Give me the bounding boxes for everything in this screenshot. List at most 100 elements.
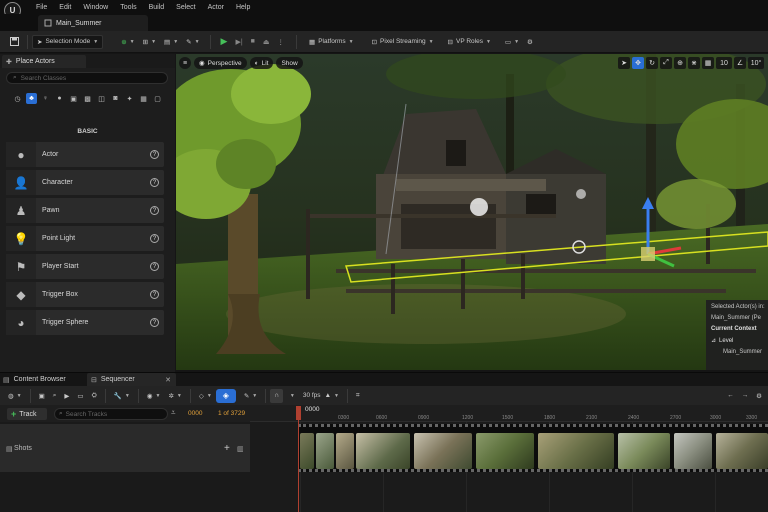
sequence-actions-icon[interactable]: ⛭: [88, 389, 101, 403]
shot-clip-thumbnail[interactable]: [476, 433, 534, 469]
stop-button[interactable]: ■: [247, 35, 259, 49]
platforms-dropdown[interactable]: ▦ Platforms ▼: [305, 35, 358, 49]
cinematic-category-icon[interactable]: ▣: [68, 93, 79, 104]
current-frame-field[interactable]: 0000: [188, 410, 202, 417]
shot-clip-thumbnail[interactable]: [618, 433, 670, 469]
help-icon[interactable]: ?: [150, 178, 159, 187]
world-button[interactable]: ◍ ▼: [4, 389, 26, 403]
help-icon[interactable]: ?: [150, 318, 159, 327]
geometry-category-icon[interactable]: ✦: [124, 93, 135, 104]
shot-clip-thumbnail[interactable]: [414, 433, 472, 469]
timeline-ruler[interactable]: 0300 0600 0900 1200 1500 1800 2100 2400 …: [250, 405, 768, 422]
shot-clip-thumbnail[interactable]: [336, 433, 354, 469]
help-icon[interactable]: ?: [150, 150, 159, 159]
auto-key-button[interactable]: ◈: [215, 388, 236, 403]
key-button[interactable]: 🔧 ▼: [110, 389, 134, 403]
shot-clip-thumbnail[interactable]: [356, 433, 410, 469]
search-tracks-input[interactable]: ⌕ Search Tracks: [54, 408, 168, 420]
view-options-button[interactable]: ◉ ▼: [143, 389, 165, 403]
save-icon[interactable]: [6, 35, 23, 49]
grid-snap-icon[interactable]: ▦: [702, 57, 714, 69]
cinematics-button[interactable]: ▤ ▼: [160, 35, 182, 49]
fps-dropdown[interactable]: 30 fps ▲ ▼: [299, 389, 343, 403]
add-shot-icon[interactable]: +: [224, 443, 230, 454]
shot-options-icon[interactable]: ▥: [237, 445, 244, 453]
all-classes-category-icon[interactable]: ◙: [110, 93, 121, 104]
move-tool-icon[interactable]: ✥: [632, 57, 644, 69]
actor-item-point-light[interactable]: 💡 Point Light ?: [6, 226, 164, 251]
shapes-category-icon[interactable]: ●: [54, 93, 65, 104]
actor-item-actor[interactable]: ● Actor ?: [6, 142, 164, 167]
menu-build[interactable]: Build: [149, 4, 165, 11]
shot-clip-thumbnail[interactable]: [674, 433, 712, 469]
virtual-production-category-icon[interactable]: ▦: [138, 93, 149, 104]
basic-category-icon[interactable]: ♣: [26, 93, 37, 104]
menu-edit[interactable]: Edit: [59, 4, 71, 11]
level-viewport[interactable]: ≡ ◉ Perspective ◐ Lit Show ➤ ✥ ↻ ⤢ ⊕ ⋇ ▦…: [176, 54, 768, 370]
actor-item-pawn[interactable]: ♟ Pawn ?: [6, 198, 164, 223]
blueprint-button[interactable]: ⊞ ▼: [139, 35, 160, 49]
help-icon[interactable]: ?: [150, 262, 159, 271]
add-content-button[interactable]: ⊕ ▼: [117, 35, 138, 49]
search-classes-input[interactable]: ⌕ Search Classes: [6, 72, 168, 84]
add-track-button[interactable]: + Track: [7, 408, 47, 420]
save-sequence-icon[interactable]: ▣: [35, 389, 49, 403]
show-button[interactable]: Show: [276, 57, 303, 69]
more-categories-icon[interactable]: ▢: [152, 93, 163, 104]
visual-effects-category-icon[interactable]: ▩: [82, 93, 93, 104]
place-actors-tab[interactable]: ✚ Place Actors: [2, 55, 86, 68]
menu-file[interactable]: File: [36, 4, 47, 11]
edit-tool-button[interactable]: ✎ ▼: [240, 389, 261, 403]
volumes-category-icon[interactable]: ◫: [96, 93, 107, 104]
render-movie-icon[interactable]: ▶: [60, 389, 73, 403]
vp-roles-dropdown[interactable]: ⊟ VP Roles ▼: [444, 35, 495, 49]
snap-dropdown[interactable]: ▼: [283, 389, 299, 403]
play-button[interactable]: ▶: [217, 35, 232, 49]
find-asset-icon[interactable]: ⌕: [49, 389, 61, 403]
rotation-snap-icon[interactable]: ∠: [734, 57, 746, 69]
skip-button[interactable]: ▶|: [231, 35, 246, 49]
actor-item-character[interactable]: 👤 Character ?: [6, 170, 164, 195]
recently-placed-icon[interactable]: ◷: [12, 93, 23, 104]
actor-item-trigger-sphere[interactable]: ◕ Trigger Sphere ?: [6, 310, 164, 335]
shot-clip-strip[interactable]: [298, 424, 768, 472]
select-cursor-icon[interactable]: ➤: [618, 57, 630, 69]
rotate-tool-icon[interactable]: ↻: [646, 57, 658, 69]
playback-options-button[interactable]: ✲ ▼: [164, 389, 185, 403]
forward-arrow-icon[interactable]: →: [738, 389, 753, 403]
menu-select[interactable]: Select: [176, 4, 195, 11]
help-icon[interactable]: ?: [150, 290, 159, 299]
camera-icon[interactable]: ▭: [73, 389, 87, 403]
sequencer-tab[interactable]: ⊟ Sequencer ✕: [87, 373, 176, 386]
modes-button[interactable]: ✎ ▼: [182, 35, 203, 49]
help-icon[interactable]: ?: [150, 234, 159, 243]
help-icon[interactable]: ?: [150, 206, 159, 215]
snap-toggle[interactable]: ∩: [270, 388, 283, 403]
scale-tool-icon[interactable]: ⤢: [660, 57, 672, 69]
level-tab[interactable]: Main_Summer: [38, 15, 148, 31]
actor-item-player-start[interactable]: ⚑ Player Start ?: [6, 254, 164, 279]
close-icon[interactable]: ✕: [165, 376, 171, 384]
shot-clip-thumbnail[interactable]: [538, 433, 614, 469]
grid-snap-value[interactable]: 10: [716, 57, 732, 69]
settings-button[interactable]: ⚙: [523, 35, 537, 49]
world-space-icon[interactable]: ⊕: [674, 57, 686, 69]
content-browser-tab[interactable]: ▤ Content Browser: [3, 373, 85, 386]
lights-category-icon[interactable]: ♀: [40, 93, 51, 104]
extra-tools-button[interactable]: ▭ ▼: [501, 35, 523, 49]
actor-item-trigger-box[interactable]: ◆ Trigger Box ?: [6, 282, 164, 307]
surface-snap-icon[interactable]: ⋇: [688, 57, 700, 69]
lit-button[interactable]: ◐ Lit: [249, 57, 274, 69]
curve-editor-icon[interactable]: ⌗: [352, 389, 364, 403]
menu-help[interactable]: Help: [236, 4, 250, 11]
options-gear-icon[interactable]: ⚙: [752, 389, 766, 403]
eject-button[interactable]: ⏏: [259, 35, 274, 49]
pixel-streaming-dropdown[interactable]: ⊡ Pixel Streaming ▼: [368, 35, 438, 49]
filter-icon[interactable]: ⩡: [171, 408, 176, 418]
shot-clip-thumbnail[interactable]: [316, 433, 334, 469]
shot-clip-thumbnail[interactable]: [300, 433, 314, 469]
keyframe-button[interactable]: ◇ ▼: [195, 389, 216, 403]
rotation-snap-value[interactable]: 10°: [748, 57, 764, 69]
perspective-button[interactable]: ◉ Perspective: [194, 57, 247, 69]
play-options-button[interactable]: ⋮: [274, 35, 289, 49]
